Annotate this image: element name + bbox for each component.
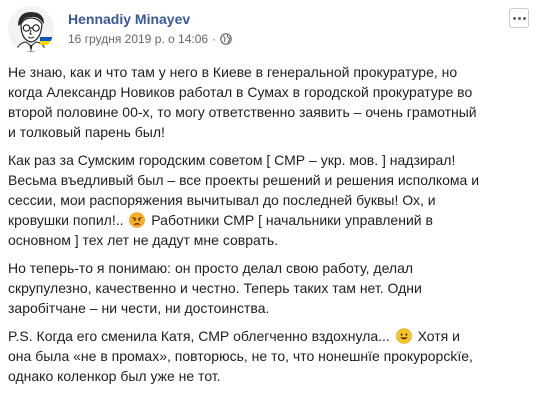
post-text: Не знаю, как и что там у него в Киеве в …	[8, 62, 526, 394]
paragraph-4: P.S. Когда его сменила Катя, СМР облегче…	[8, 326, 526, 386]
text-line: основном ] тех лет не дадут мне соврать.	[8, 232, 279, 248]
author-name[interactable]: Hennadiy Minayev	[68, 11, 190, 27]
paragraph-2: Как раз за Сумским городским советом [ С…	[8, 150, 526, 250]
text-segment: кровушки попил!..	[8, 212, 124, 228]
paragraph-1: Не знаю, как и что там у него в Киеве в …	[8, 62, 526, 142]
text-line: заробітчане – ни чести, ни достоинства.	[8, 300, 270, 316]
post-header: Hennadiy Minayev 16 грудня 2019 р. о 14:…	[8, 6, 537, 54]
text-line: второй половине 00-х, то могу ответствен…	[8, 104, 477, 120]
text-line: Не знаю, как и что там у него в Киеве в …	[8, 64, 458, 80]
paragraph-3: Но теперь-то я понимаю: он просто делал …	[8, 258, 526, 318]
text-line: однако коленкор был уже не тот.	[8, 368, 221, 384]
text-line: скрупулезно, качественно и честно. Тепер…	[8, 280, 422, 296]
text-segment: Хотя и	[417, 328, 460, 344]
text-line-with-emoji: кровушки попил!.. Работники СМР [ началь…	[8, 210, 526, 230]
facebook-post: Hennadiy Minayev 16 грудня 2019 р. о 14:…	[0, 0, 537, 405]
text-line: Как раз за Сумским городским советом [ С…	[8, 152, 456, 168]
text-line: Весьма въедливый был – все проекты решен…	[8, 172, 480, 188]
angry-face-icon	[129, 212, 146, 228]
text-line: и толковый парень был!	[8, 124, 165, 140]
globe-icon[interactable]	[220, 33, 232, 45]
text-segment: P.S. Когда его сменила Катя, СМР облегче…	[8, 328, 390, 344]
text-line: когда Александр Новиков работал в Сумах …	[8, 84, 473, 100]
text-line: сессии, мои распоряжения вычитывал до по…	[8, 192, 436, 208]
smiling-face-icon	[395, 328, 412, 344]
post-meta: 16 грудня 2019 р. о 14:06 ·	[68, 32, 232, 46]
text-line: она была «не в промах», повторюсь, не то…	[8, 348, 473, 364]
more-options-button[interactable]	[509, 8, 529, 28]
more-options-icon	[512, 16, 526, 20]
meta-separator: ·	[212, 32, 217, 46]
text-line: Но теперь-то я понимаю: он просто делал …	[8, 260, 414, 276]
post-timestamp[interactable]: 16 грудня 2019 р. о 14:06	[68, 32, 208, 46]
text-line-with-emoji: P.S. Когда его сменила Катя, СМР облегче…	[8, 326, 526, 346]
avatar[interactable]	[8, 6, 54, 52]
avatar-caricature-icon	[8, 6, 54, 52]
text-segment: Работники СМР [ начальники управлений в	[151, 212, 433, 228]
